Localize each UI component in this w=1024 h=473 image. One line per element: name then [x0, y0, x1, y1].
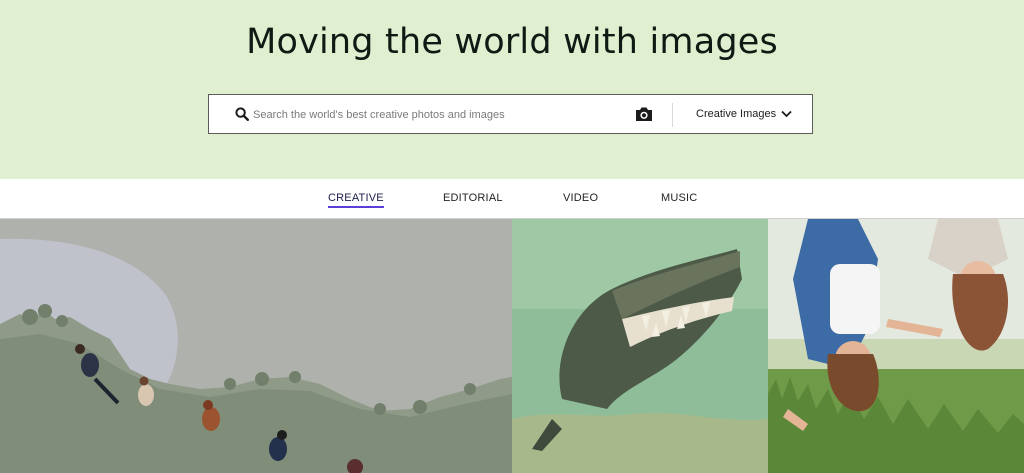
children-photo	[768, 219, 1024, 473]
hero-banner: Moving the world with images Creative Im…	[0, 0, 1024, 179]
featured-image-aerial-people[interactable]	[0, 219, 512, 473]
tab-creative[interactable]: CREATIVE	[328, 192, 384, 208]
tab-video[interactable]: VIDEO	[563, 192, 598, 204]
search-bar: Creative Images	[208, 94, 813, 134]
camera-icon[interactable]	[635, 106, 653, 122]
search-divider	[672, 103, 673, 127]
image-type-dropdown-value: Creative Images	[696, 108, 777, 120]
image-type-dropdown[interactable]: Creative Images	[683, 95, 811, 133]
chevron-down-icon	[781, 110, 792, 118]
tab-editorial[interactable]: EDITORIAL	[443, 192, 503, 204]
aerial-people-photo	[0, 219, 512, 473]
search-input[interactable]	[253, 103, 625, 127]
search-icon[interactable]	[235, 107, 249, 121]
hero-title: Moving the world with images	[246, 22, 778, 62]
featured-image-children[interactable]	[768, 219, 1024, 473]
featured-image-crocodile[interactable]	[512, 219, 768, 473]
tab-music[interactable]: MUSIC	[661, 192, 697, 204]
content-type-tabs: CREATIVE EDITORIAL VIDEO MUSIC	[0, 179, 1024, 219]
crocodile-photo	[512, 219, 768, 473]
